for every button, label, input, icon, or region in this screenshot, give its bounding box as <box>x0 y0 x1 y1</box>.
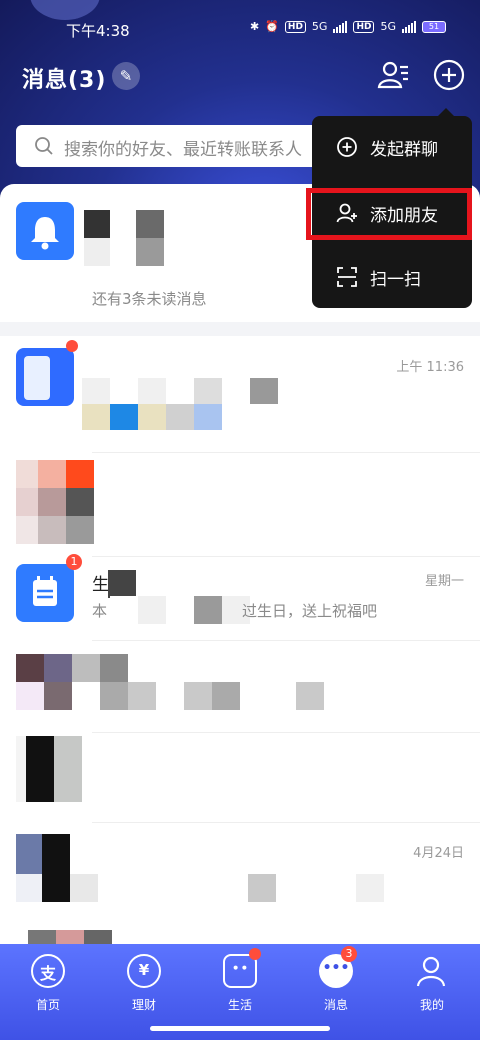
signal-icon-1 <box>333 20 348 33</box>
row-divider <box>92 822 480 823</box>
hd-badge-2: HD <box>353 20 375 33</box>
add-menu-button[interactable] <box>432 58 466 92</box>
row-divider <box>92 452 480 453</box>
alipay-icon: 支 <box>31 954 65 988</box>
list-item[interactable]: 上午 11:36 <box>0 340 480 453</box>
tab-label: 我的 <box>419 998 444 1012</box>
home-indicator <box>150 1026 330 1031</box>
battery-icon: 51 <box>422 20 446 33</box>
mute-icon: ✱ <box>249 20 260 33</box>
tab-finance[interactable]: ¥ 理财 <box>112 954 176 1013</box>
avatar <box>16 736 82 802</box>
menu-item-label: 扫一扫 <box>370 269 421 290</box>
unread-badge: 1 <box>66 554 82 570</box>
status-icons: ✱ ⏰ HD 5G HD 5G 51 <box>250 20 446 33</box>
profile-icon <box>415 954 449 988</box>
tab-home[interactable]: 支 首页 <box>16 954 80 1013</box>
row-divider <box>92 640 480 641</box>
list-item[interactable]: 4月24日 <box>0 832 480 932</box>
calendar-icon <box>33 576 57 606</box>
menu-item-scan[interactable]: 扫一扫 <box>312 252 472 302</box>
unread-dot <box>66 340 78 352</box>
tab-label: 理财 <box>131 998 156 1012</box>
section-divider <box>0 322 480 336</box>
unread-badge: 3 <box>341 946 357 962</box>
signal-icon-2 <box>402 20 416 33</box>
tab-label: 首页 <box>35 998 60 1012</box>
finance-icon: ¥ <box>127 954 161 988</box>
plus-circle-icon <box>433 59 465 91</box>
bell-icon <box>31 217 59 250</box>
search-placeholder: 搜索你的好友、最近转账联系人 <box>64 140 302 160</box>
menu-item-label: 发起群聊 <box>370 139 438 160</box>
status-bar: 下午4:38 ✱ ⏰ HD 5G HD 5G 51 <box>0 18 480 42</box>
avatar <box>16 834 98 902</box>
page-title: 消息(3) <box>22 68 107 93</box>
tab-life[interactable]: ∙∙ 生活 <box>208 948 272 1013</box>
hd-badge-1: HD <box>284 20 306 33</box>
alarm-icon: ⏰ <box>265 20 279 33</box>
life-icon: ∙∙ <box>223 948 261 988</box>
message-time: 上午 11:36 <box>396 360 464 375</box>
blurred-partial-row <box>28 930 112 944</box>
list-item-birthday[interactable]: 1 生日 本 过生日，送上祝福吧 星期一 <box>0 554 480 641</box>
contacts-button[interactable] <box>376 58 410 92</box>
avatar <box>16 348 74 406</box>
blurred-row <box>16 654 324 710</box>
blurred-name <box>108 570 136 598</box>
blurred-preview <box>110 596 250 624</box>
new-dot <box>249 948 261 960</box>
broom-icon: ✎ <box>119 67 133 85</box>
message-time: 4月24日 <box>413 846 464 861</box>
list-item[interactable] <box>0 652 480 733</box>
avatar <box>16 460 94 544</box>
tab-profile[interactable]: 我的 <box>400 954 464 1013</box>
avatar <box>16 202 74 260</box>
tab-messages[interactable]: ••• 3 消息 <box>304 946 368 1013</box>
search-icon <box>35 137 53 155</box>
blurred-name <box>84 210 192 266</box>
message-icon: ••• 3 <box>319 946 357 988</box>
search-input[interactable]: 搜索你的好友、最近转账联系人 <box>16 125 346 167</box>
blurred-preview <box>82 378 278 430</box>
row-divider <box>92 732 480 733</box>
row-divider <box>92 556 480 557</box>
network-label-1: 5G <box>311 20 328 33</box>
list-item[interactable] <box>0 736 480 823</box>
moon-decoration <box>30 0 100 20</box>
scan-icon <box>337 267 357 287</box>
unread-summary: 还有3条未读消息 <box>92 290 207 308</box>
menu-item-group-chat[interactable]: 发起群聊 <box>312 122 472 172</box>
avatar <box>16 564 74 622</box>
status-time: 下午4:38 <box>66 22 130 40</box>
tab-label: 消息 <box>323 998 348 1012</box>
list-item[interactable] <box>0 456 480 557</box>
preview-suffix: 过生日，送上祝福吧 <box>242 602 378 620</box>
preview-prefix: 本 <box>92 602 108 620</box>
highlight-box <box>306 188 472 240</box>
tab-label: 生活 <box>227 998 252 1012</box>
network-label-2: 5G <box>380 20 396 33</box>
message-time: 星期一 <box>424 574 464 589</box>
contacts-icon <box>377 61 408 89</box>
blurred-preview <box>248 874 384 902</box>
plus-circle-icon <box>337 137 357 157</box>
clear-unread-button[interactable]: ✎ <box>112 62 140 90</box>
